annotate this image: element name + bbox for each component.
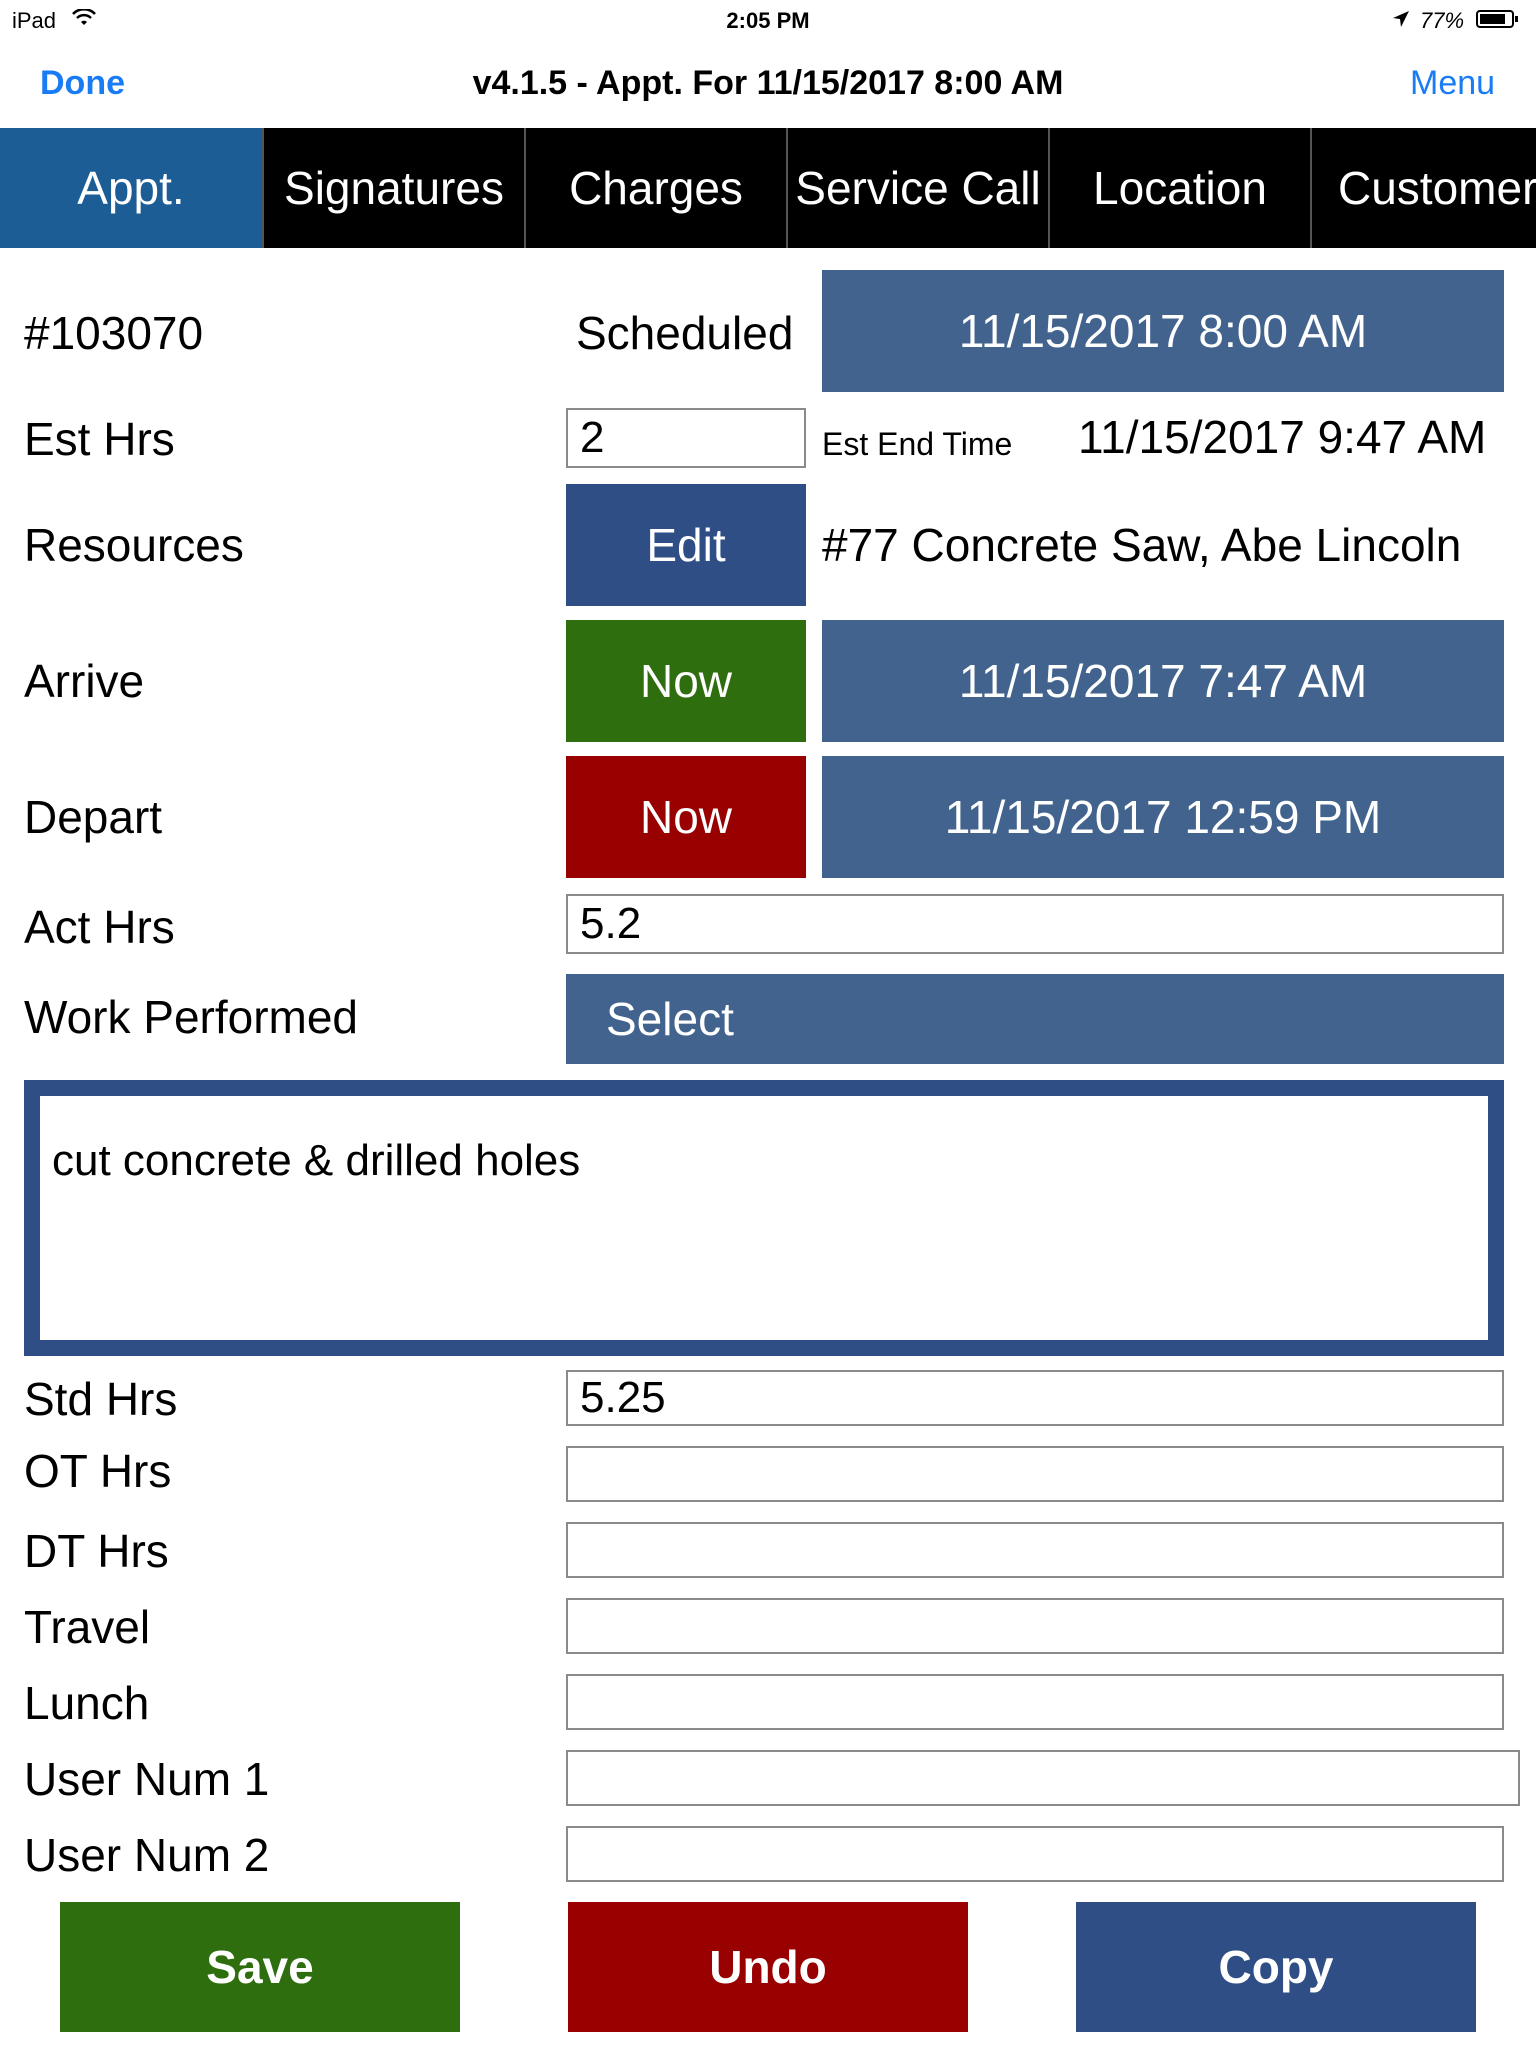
ot-hrs-label: OT Hrs <box>24 1445 172 1497</box>
select-work-button[interactable]: Select <box>566 974 1504 1064</box>
save-button[interactable]: Save <box>60 1902 460 2032</box>
depart-now-button[interactable]: Now <box>566 756 806 878</box>
arrive-now-button[interactable]: Now <box>566 620 806 742</box>
battery-icon <box>1476 10 1518 28</box>
tab-signatures[interactable]: Signatures <box>264 128 526 248</box>
location-arrow-icon <box>1393 11 1409 27</box>
resources-label: Resources <box>24 519 244 571</box>
tab-appt[interactable]: Appt. <box>0 128 264 248</box>
depart-datetime-button[interactable]: 11/15/2017 12:59 PM <box>822 756 1504 878</box>
scheduled-label: Scheduled <box>576 307 794 359</box>
appointment-number: #103070 <box>24 307 204 359</box>
work-performed-label: Work Performed <box>24 991 359 1043</box>
work-notes-text: cut concrete & drilled holes <box>52 1136 581 1185</box>
std-hrs-label: Std Hrs <box>24 1373 178 1425</box>
user-num-1-input[interactable] <box>566 1750 1520 1806</box>
travel-label: Travel <box>24 1601 151 1653</box>
copy-button[interactable]: Copy <box>1076 1902 1476 2032</box>
user-num-2-input[interactable] <box>566 1826 1504 1882</box>
work-notes-textarea[interactable]: cut concrete & drilled holes <box>24 1080 1504 1356</box>
clock: 2:05 PM <box>726 8 810 33</box>
arrive-datetime-button[interactable]: 11/15/2017 7:47 AM <box>822 620 1504 742</box>
act-hrs-label: Act Hrs <box>24 901 175 953</box>
dt-hrs-label: DT Hrs <box>24 1525 169 1577</box>
lunch-input[interactable] <box>566 1674 1504 1730</box>
act-hrs-input[interactable]: 5.2 <box>566 894 1504 954</box>
user-num-2-label: User Num 2 <box>24 1829 270 1881</box>
depart-label: Depart <box>24 791 163 843</box>
travel-input[interactable] <box>566 1598 1504 1654</box>
lunch-label: Lunch <box>24 1677 150 1729</box>
est-hrs-input[interactable]: 2 <box>566 408 806 468</box>
ot-hrs-input[interactable] <box>566 1446 1504 1502</box>
tab-charges[interactable]: Charges <box>526 128 788 248</box>
scheduled-datetime-button[interactable]: 11/15/2017 8:00 AM <box>822 270 1504 392</box>
dt-hrs-input[interactable] <box>566 1522 1504 1578</box>
resources-value: #77 Concrete Saw, Abe Lincoln <box>822 519 1462 571</box>
tab-service-call[interactable]: Service Call <box>788 128 1050 248</box>
battery-percent: 77% <box>1420 8 1465 33</box>
status-bar: iPad 2:05 PM 77% <box>0 0 1536 40</box>
std-hrs-input[interactable]: 5.25 <box>566 1370 1504 1426</box>
tab-customer[interactable]: Customer <box>1312 128 1536 248</box>
user-num-1-label: User Num 1 <box>24 1753 270 1805</box>
est-hrs-label: Est Hrs <box>24 413 175 465</box>
undo-button[interactable]: Undo <box>568 1902 968 2032</box>
tab-bar: Appt. Signatures Charges Service Call Lo… <box>0 128 1536 248</box>
page-title: v4.1.5 - Appt. For 11/15/2017 8:00 AM <box>472 64 1064 102</box>
est-end-time-label: Est End Time <box>822 426 1013 462</box>
navigation-bar: Done v4.1.5 - Appt. For 11/15/2017 8:00 … <box>0 40 1536 128</box>
edit-resources-button[interactable]: Edit <box>566 484 806 606</box>
menu-button[interactable]: Menu <box>1410 64 1495 103</box>
tab-location[interactable]: Location <box>1050 128 1312 248</box>
est-end-time-value: 11/15/2017 9:47 AM <box>1078 411 1487 463</box>
arrive-label: Arrive <box>24 655 145 707</box>
